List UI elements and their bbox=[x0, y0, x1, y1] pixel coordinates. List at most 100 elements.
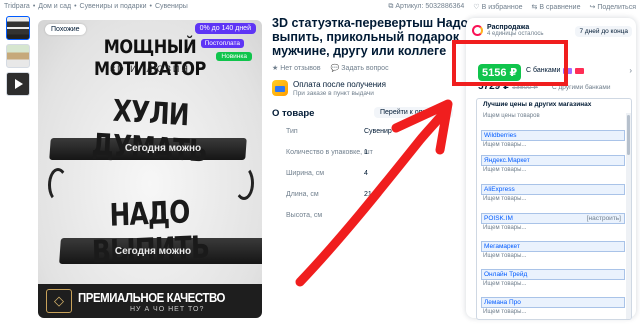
breadcrumb-separator: • bbox=[149, 3, 152, 10]
shop-item: Ищем цены товаров bbox=[481, 112, 625, 119]
installment-badge: 0% до 140 дней bbox=[194, 23, 256, 34]
premium-subtext: НУ А ЧО НЕТ ТО? bbox=[130, 306, 205, 313]
sale-days-left: 7 дней до конца bbox=[575, 26, 632, 37]
spec-row: Длина, см 21 bbox=[286, 191, 456, 212]
rotate-arrow-left-icon bbox=[48, 168, 68, 202]
copy-icon: ⧉ bbox=[388, 3, 394, 10]
spec-key: Длина, см bbox=[286, 191, 319, 198]
breadcrumb-item[interactable]: Tridpara bbox=[4, 3, 30, 10]
share-icon: ↪ bbox=[589, 4, 596, 11]
shop-name-link[interactable]: AliExpress bbox=[481, 184, 625, 195]
shop-name-link[interactable]: Яндекс.Маркет bbox=[481, 155, 625, 166]
shop-status: Ищем товары... bbox=[483, 309, 527, 315]
share-button[interactable]: ↪ Поделиться bbox=[589, 3, 636, 11]
premium-banner: ◇ ПРЕМИАЛЬНОЕ КАЧЕСТВО НУ А ЧО НЕТ ТО? bbox=[38, 284, 262, 318]
annotation-highlight-box bbox=[452, 40, 568, 86]
sale-stock-left: 4 единицы осталось bbox=[487, 31, 544, 37]
spec-value: Сувенир bbox=[364, 128, 392, 135]
configure-link[interactable]: [настроить] bbox=[587, 214, 621, 224]
spec-key: Высота, см bbox=[286, 212, 323, 219]
product-title: 3D статуэтка-перевертыш Надо выпить, при… bbox=[272, 16, 469, 58]
pay-after-subtitle: При заказе в пункт выдачи bbox=[293, 90, 374, 97]
breadcrumb-item[interactable]: Сувениры и подарки bbox=[80, 3, 147, 10]
heart-icon: ♡ bbox=[473, 4, 480, 11]
shop-item: Мегамаркет Ищем товары... bbox=[481, 241, 625, 259]
spec-value: 1 bbox=[364, 149, 368, 156]
plaque-text-top: Сегодня можно bbox=[124, 143, 202, 154]
shop-item: Лемана Про Ищем товары... bbox=[481, 297, 625, 315]
shop-name-link[interactable]: Мегамаркет bbox=[481, 241, 625, 252]
shop-status: Ищем товары... bbox=[483, 225, 527, 231]
shop-status: Ищем товары... bbox=[483, 281, 527, 287]
thumbnail-strip bbox=[6, 16, 30, 100]
article-number[interactable]: ⧉ Артикул: 5032886364 bbox=[388, 3, 464, 11]
sale-header: Распродажа 4 единицы осталось bbox=[472, 24, 544, 37]
shop-item: POISK.IM [настроить] Ищем товары... bbox=[481, 213, 625, 231]
chevron-right-icon[interactable]: › bbox=[629, 66, 632, 75]
breadcrumb-item[interactable]: Сувениры bbox=[155, 3, 188, 10]
statue-word-top: ХУЛИ ДУМАТЬ bbox=[91, 93, 208, 170]
top-bar: Tridpara • Дом и сад • Сувениры и подарки • Су… bbox=[0, 0, 640, 14]
spec-key: Тип bbox=[286, 128, 298, 135]
image-subline: 3D ИЛЛЮЗИЯ bbox=[110, 64, 190, 74]
ask-question-link[interactable]: 💬 Задать вопрос bbox=[331, 64, 389, 72]
shop-status: Ищем товары... bbox=[483, 253, 527, 259]
spec-key: Количество в упаковке, шт bbox=[286, 149, 373, 156]
shop-item: Онлайн Трейд Ищем товары... bbox=[481, 269, 625, 287]
spec-row: Количество в упаковке, шт 1 bbox=[286, 149, 456, 170]
scrollbar-thumb[interactable] bbox=[627, 115, 630, 155]
breadcrumb: Tridpara • Дом и сад • Сувениры и подарки • Су… bbox=[4, 3, 188, 10]
star-icon: ★ bbox=[272, 65, 279, 72]
pay-after-receipt: Оплата после получения При заказе в пунк… bbox=[272, 80, 386, 97]
shop-status: Ищем товары... bbox=[483, 196, 527, 202]
thumbnail-video[interactable] bbox=[6, 72, 30, 96]
spec-row: Ширина, см 4 bbox=[286, 170, 456, 191]
similar-badge[interactable]: Похожие bbox=[45, 24, 86, 35]
shop-status: Ищем товары... bbox=[483, 142, 527, 148]
shop-item: AliExpress Ищем товары... bbox=[481, 184, 625, 202]
statue-word-bottom: НАДО ВЫПИТЬ bbox=[91, 194, 210, 271]
shop-name-link[interactable]: POISK.IM [настроить] bbox=[481, 213, 625, 224]
product-main-image[interactable]: Похожие 0% до 140 дней Постоплата Новинк… bbox=[38, 20, 262, 318]
sale-title: Распродажа bbox=[487, 24, 530, 31]
rotate-arrow-right-icon bbox=[234, 166, 254, 200]
shop-name-link[interactable]: Wildberries bbox=[481, 130, 625, 141]
spec-value: 21 bbox=[364, 191, 372, 198]
product-meta: ⧉ Артикул: 5032886364 ♡ В избранное ⇆ В сра… bbox=[388, 3, 636, 11]
breadcrumb-item[interactable]: Дом и сад bbox=[38, 3, 71, 10]
goto-description-button[interactable]: Перейти к описанию bbox=[374, 107, 453, 118]
sale-timer-icon bbox=[472, 25, 483, 36]
shop-status: Ищем товары... bbox=[483, 167, 527, 173]
wallet-icon bbox=[272, 80, 288, 96]
spec-row: Высота, см bbox=[286, 212, 456, 233]
compare-button[interactable]: ⇆ В сравнение bbox=[532, 3, 581, 11]
spec-table: Тип Сувенир Количество в упаковке, шт 1 Ши… bbox=[286, 128, 456, 233]
plaque-text-bottom: Сегодня можно bbox=[114, 246, 192, 257]
reviews-row: ★ Нет отзывов 💬 Задать вопрос bbox=[272, 64, 389, 72]
spec-value: 4 bbox=[364, 170, 368, 177]
price-comparison-panel: Лучшие цены в других магазинах Ищем цены… bbox=[476, 98, 632, 320]
panel-scrollbar[interactable] bbox=[626, 113, 631, 319]
breadcrumb-separator: • bbox=[32, 3, 36, 10]
reviews-link[interactable]: ★ Нет отзывов bbox=[272, 64, 321, 72]
shop-name-link[interactable]: Онлайн Трейд bbox=[481, 269, 625, 280]
about-section-title: О товаре bbox=[272, 108, 315, 119]
bank-card-icon bbox=[575, 67, 585, 74]
premium-text: ПРЕМИАЛЬНОЕ КАЧЕСТВО bbox=[78, 290, 225, 305]
play-icon bbox=[15, 79, 23, 89]
favorite-button[interactable]: ♡ В избранное bbox=[473, 3, 522, 11]
shop-status: Ищем цены товаров bbox=[483, 113, 540, 119]
thumbnail-image-1[interactable] bbox=[6, 16, 30, 40]
diamond-icon: ◇ bbox=[46, 289, 72, 313]
shop-item: Яндекс.Маркет Ищем товары... bbox=[481, 155, 625, 173]
breadcrumb-separator: • bbox=[74, 3, 77, 10]
spec-row: Тип Сувенир bbox=[286, 128, 456, 149]
shop-item: Wildberries Ищем товары... bbox=[481, 130, 625, 148]
compare-icon: ⇆ bbox=[531, 4, 538, 11]
chat-icon: 💬 bbox=[330, 65, 340, 72]
price-comparison-title: Лучшие цены в других магазинах bbox=[483, 101, 592, 108]
spec-key: Ширина, см bbox=[286, 170, 325, 177]
thumbnail-image-2[interactable] bbox=[6, 44, 30, 68]
shop-name-link[interactable]: Лемана Про bbox=[481, 297, 625, 308]
pay-after-title: Оплата после получения bbox=[293, 80, 386, 89]
